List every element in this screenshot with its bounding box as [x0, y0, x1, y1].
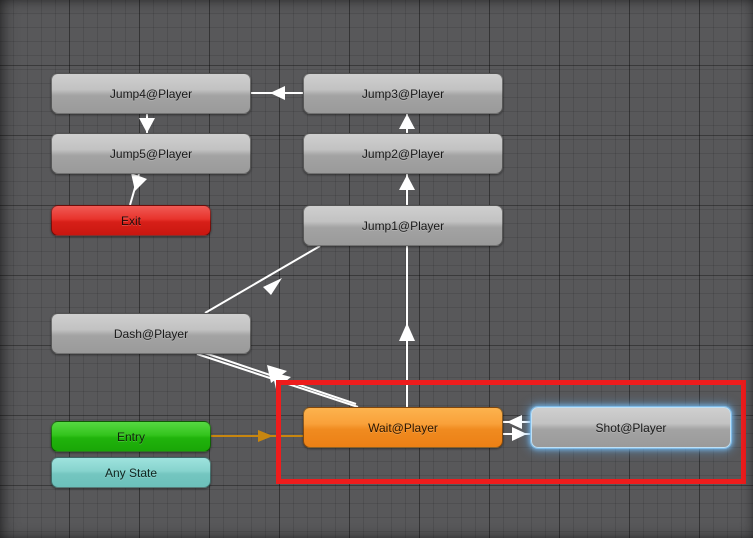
state-node-label: Jump4@Player: [109, 86, 193, 101]
state-node-label: Exit: [120, 213, 141, 228]
state-node-label: Wait@Player: [368, 420, 438, 435]
transition-jump4-to-jump5[interactable]: [139, 114, 155, 133]
state-node-jump5[interactable]: Jump5@Player: [51, 133, 251, 174]
state-node-label: Jump3@Player: [361, 86, 445, 101]
state-node-dash[interactable]: Dash@Player: [51, 313, 251, 354]
transition-jump2-to-jump3[interactable]: [399, 114, 415, 133]
state-node-label: Jump5@Player: [109, 146, 193, 161]
transition-jump3-to-jump4[interactable]: [251, 86, 303, 100]
state-node-jump2[interactable]: Jump2@Player: [303, 133, 503, 174]
state-node-label: Any State: [104, 465, 158, 480]
transition-dash-to-jump1[interactable]: [204, 245, 321, 314]
state-node-label: Dash@Player: [113, 326, 189, 341]
state-node-label: Entry: [116, 429, 145, 444]
transition-jump1-to-jump2[interactable]: [399, 174, 415, 205]
state-node-jump4[interactable]: Jump4@Player: [51, 73, 251, 114]
transition-jump5-to-exit[interactable]: [129, 173, 147, 206]
state-node-any-state[interactable]: Any State: [51, 457, 211, 488]
state-node-label: Shot@Player: [595, 420, 667, 435]
state-node-label: Jump1@Player: [361, 218, 445, 233]
state-node-label: Jump2@Player: [361, 146, 445, 161]
state-node-entry[interactable]: Entry: [51, 421, 211, 452]
state-node-jump1[interactable]: Jump1@Player: [303, 205, 503, 246]
animator-canvas[interactable]: Jump4@Player Jump3@Player Jump5@Player J…: [0, 0, 753, 538]
state-node-shot[interactable]: Shot@Player: [531, 407, 731, 448]
state-node-wait[interactable]: Wait@Player: [303, 407, 503, 448]
state-node-jump3[interactable]: Jump3@Player: [303, 73, 503, 114]
state-node-exit[interactable]: Exit: [51, 205, 211, 236]
